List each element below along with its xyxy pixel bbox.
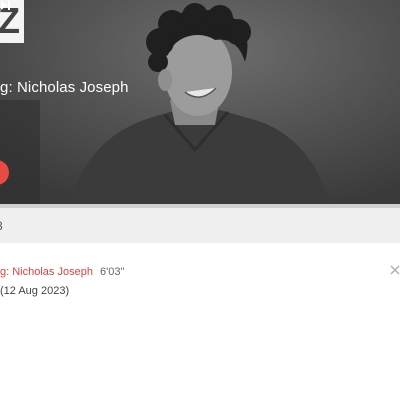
track-duration: 6'03" [100,266,125,278]
hero-banner: Z g: Nicholas Joseph [0,0,400,206]
now-playing-title: g: Nicholas Joseph [0,79,129,96]
subheader-text: 3 [0,219,3,233]
track-date: (12 Aug 2023) [0,285,70,297]
hero-photo [0,0,400,206]
track-title-link[interactable]: g: Nicholas Joseph [0,266,93,278]
track-line: g: Nicholas Joseph 6'03" [0,266,124,278]
close-icon[interactable] [389,264,400,276]
subheader-bar: 3 [0,208,400,243]
next-icon[interactable] [0,0,11,11]
